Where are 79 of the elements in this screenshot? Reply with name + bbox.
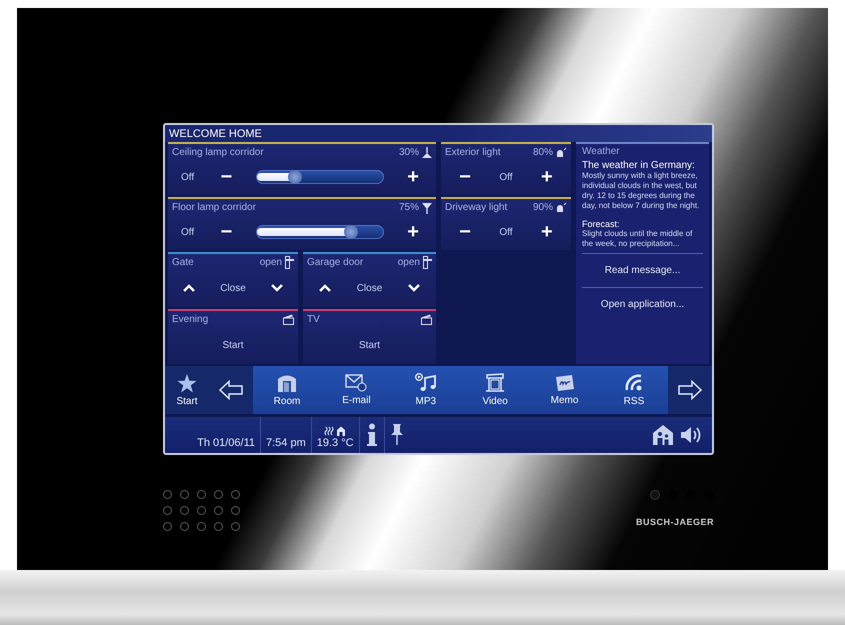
bulb-icon [556,147,567,158]
date-text: Th 01/06/11 [197,436,255,449]
app-launcher-button[interactable]: Memo [536,366,593,414]
pushpin-icon[interactable] [390,424,403,446]
dimmer-percentage: 30% [398,147,419,158]
rss-feed-icon [624,373,644,394]
forecast-heading: Forecast: [582,219,621,230]
up-chevron-icon[interactable] [183,284,196,292]
minus-button[interactable]: − [456,223,474,242]
memo-pad-icon [554,374,575,392]
time-text: 7:54 pm [266,436,306,449]
app-launcher-button[interactable]: RSS [606,366,662,414]
start-button[interactable]: Start [356,340,384,351]
light-state-button[interactable]: Off [496,226,516,238]
door-handle-icon [423,256,432,270]
dimmer-name: Floor lamp corridor [172,202,256,214]
dimmer-slider[interactable] [256,225,384,240]
light-percentage: 90% [532,202,553,214]
dimmer-percentage: 75% [398,202,419,214]
floor-lamp-icon [422,202,432,214]
weather-text: Mostly sunny with a light breeze, individual clouds in the west, but dry. 12 to 15 degrees during the day, not below 7 during the night. [582,171,700,212]
minus-button[interactable]: − [218,223,236,242]
start-button[interactable]: Start [219,340,247,351]
scene-name: TV [307,314,320,326]
music-note-icon [414,373,437,394]
close-button[interactable]: Close [217,282,249,294]
weather-title: Weather [582,145,621,160]
plus-button[interactable]: + [404,168,422,186]
weather-action-button[interactable]: Open application... [582,287,703,322]
ceiling-lamp-icon [422,146,432,159]
temperature-text: 19.3 °C [316,436,354,449]
left-arrow-icon[interactable] [219,380,243,400]
blind-name: Garage door [307,257,364,268]
brand-logo: BUSCH-JAEGER [636,517,714,527]
app-launcher-button[interactable]: Video [467,366,524,414]
door-handle-icon [285,256,294,270]
clapperboard-icon [283,314,294,326]
off-button[interactable]: Off [178,172,198,183]
screen-title: WELCOME HOME [169,128,262,140]
speaker-icon[interactable] [680,426,702,444]
light-name: Driveway light [445,202,508,214]
minus-button[interactable]: − [456,168,474,186]
app-launcher-button[interactable]: MP3 [398,366,454,414]
bulb-icon [556,202,567,214]
scene-name: Evening [172,314,208,326]
clapperboard-icon [421,314,432,326]
light-state-button[interactable]: Off [496,172,516,183]
blind-status: open [260,257,282,268]
indicator-leds-icon [650,490,714,500]
up-chevron-icon[interactable] [318,284,331,292]
star-icon [177,374,197,393]
door-icon [277,373,297,394]
off-button[interactable]: Off [178,226,198,238]
blind-status: open [398,257,420,268]
weather-heading: The weather in Germany: [582,160,696,172]
start-button[interactable]: Start [165,366,209,414]
speaker-grille-icon [163,490,240,531]
down-chevron-icon[interactable] [408,284,420,292]
info-icon[interactable] [366,423,378,448]
forecast-text: Slight clouds until the middle of the week, no precipitation... [582,229,694,250]
right-arrow-icon[interactable] [678,380,702,400]
house-people-icon[interactable] [652,425,674,446]
envelope-icon [345,374,368,392]
close-button[interactable]: Close [354,282,386,294]
light-percentage: 80% [532,147,553,158]
dimmer-slider[interactable] [256,170,384,184]
dimmer-name: Ceiling lamp corridor [172,147,264,158]
heating-house-icon [324,426,346,436]
app-launcher-button[interactable]: Room [259,366,315,414]
plus-button[interactable]: + [404,223,422,242]
minus-button[interactable]: − [218,168,236,186]
blind-name: Gate [172,257,194,268]
app-launcher-button[interactable]: E-mail [328,366,384,414]
down-chevron-icon[interactable] [270,284,283,292]
plus-button[interactable]: + [538,223,556,242]
light-name: Exterior light [445,147,501,158]
weather-action-button[interactable]: Read message... [582,253,703,288]
film-strip-icon [485,373,506,394]
plus-button[interactable]: + [538,168,556,186]
